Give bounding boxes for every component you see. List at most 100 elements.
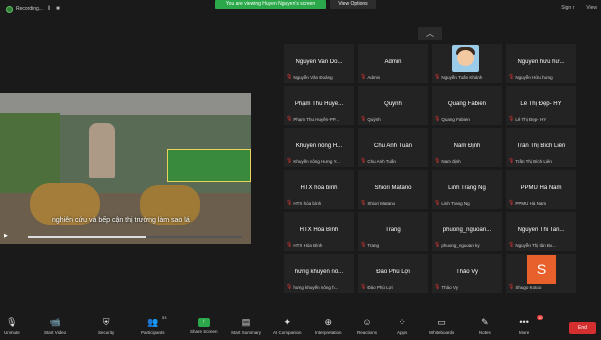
- view-button[interactable]: View: [586, 5, 597, 11]
- participant-display-name: phuong_nguoan...: [442, 227, 492, 233]
- participant-tile[interactable]: Admin 🎙 Admin: [357, 43, 429, 84]
- participant-name-label: Chu Anh Tuấn: [367, 158, 396, 164]
- whiteboard-icon: ▭: [437, 317, 446, 327]
- mic-muted-icon: 🎙: [508, 200, 515, 206]
- participant-tile[interactable]: 🎙 Nguyễn Tuấn Khánh: [431, 43, 503, 84]
- participant-footer: 🎙 HTX hòa bình: [286, 200, 321, 206]
- whiteboards-button[interactable]: ▭ Whiteboards: [429, 317, 454, 339]
- participant-display-name: Shiori Matano: [374, 185, 412, 191]
- mic-muted-icon: 🎙: [508, 158, 515, 164]
- participant-tile[interactable]: Trang 🎙 Trang: [357, 211, 429, 252]
- participant-footer: 🎙 hưng khuyến nông h...: [286, 284, 338, 290]
- mic-muted-icon: 🎙: [434, 116, 441, 122]
- participant-tile[interactable]: Nguyen Thi Tan... 🎙 Nguyễn Thị tân Bx...: [505, 211, 577, 252]
- more-button[interactable]: ••• 10 More: [519, 315, 544, 339]
- participant-name-label: Shugo Kotoo: [515, 284, 542, 290]
- participant-display-name: Quỳnh: [384, 101, 402, 107]
- mic-muted-icon: 🎙: [434, 284, 441, 290]
- share-screen-button[interactable]: ↑ Share Screen: [190, 317, 218, 339]
- gallery-scroll-up-button[interactable]: ︿: [418, 27, 442, 40]
- video-banner-sign: [167, 149, 251, 182]
- interpretation-button[interactable]: ⊕ Interpretation: [315, 317, 342, 339]
- participant-display-name: Nguyễn hữu hư...: [517, 59, 565, 65]
- notes-button[interactable]: ✎ Notes: [479, 317, 491, 339]
- pause-recording-icon[interactable]: ‖: [46, 6, 52, 12]
- stop-recording-icon[interactable]: ■: [55, 6, 61, 12]
- summary-icon: ▤: [241, 317, 251, 327]
- mic-muted-icon: 🎙: [286, 116, 293, 122]
- participant-tile[interactable]: Shiori Matano 🎙 Shiori Matano: [357, 169, 429, 210]
- participant-name-label: phuong_nguoan ky: [441, 242, 480, 248]
- end-meeting-button[interactable]: End: [569, 322, 596, 334]
- participant-tile[interactable]: S 🎙 Shugo Kotoo: [505, 253, 577, 294]
- participant-name-label: Nguyễn Tuấn Khánh: [441, 74, 483, 80]
- participant-tile[interactable]: Phạm Thu Huyề... 🎙 Phạm Thu Huyền-PP...: [283, 85, 355, 126]
- participant-tile[interactable]: Chu Anh Tuấn 🎙 Chu Anh Tuấn: [357, 127, 429, 168]
- mic-muted-icon: 🎙: [508, 74, 515, 80]
- meeting-toolbar: 🎙 Unmute 📹 Start Video ⛨ Security 👥 53 P…: [0, 313, 601, 340]
- ai-companion-button[interactable]: ✦ AI Companion: [273, 317, 302, 339]
- participant-tile[interactable]: hưng khuyến nô... 🎙 hưng khuyến nông h...: [283, 253, 355, 294]
- mic-muted-icon: 🎙: [434, 242, 441, 248]
- participant-tile[interactable]: Linh Trang Ng 🎙 Linh Trang Ng: [431, 169, 503, 210]
- participant-footer: 🎙 Shiori Matano: [360, 200, 395, 206]
- participant-footer: 🎙 Lê Thị Đẹp- HY: [508, 116, 546, 122]
- participant-footer: 🎙 Nguyễn Hữu hưng: [508, 74, 553, 80]
- participant-name-label: Thảo Vy: [441, 284, 458, 290]
- participant-display-name: Thảo Vy: [455, 269, 479, 275]
- participant-display-name: Admin: [384, 59, 402, 65]
- participant-name-label: hưng khuyến nông h...: [293, 284, 339, 290]
- play-icon[interactable]: ▶: [4, 233, 8, 239]
- globe-icon: ⊕: [324, 317, 333, 327]
- sign-button[interactable]: Sign r: [561, 5, 574, 11]
- security-button[interactable]: ⛨ Security: [98, 317, 114, 339]
- participant-name-label: Nguyễn Thị tân Bx...: [515, 242, 557, 248]
- shared-screen-video[interactable]: nghiên cứu và bếp cận thị trường làm sao…: [0, 93, 251, 244]
- participant-tile[interactable]: Quang Fabien 🎙 Quang Fabien: [431, 85, 503, 126]
- shield-icon: ⛨: [102, 317, 110, 327]
- start-summary-button[interactable]: ▤ Start Summary: [231, 317, 261, 339]
- participant-name-label: Phạm Thu Huyền-PP...: [293, 116, 339, 122]
- start-video-button[interactable]: 📹 Start Video: [44, 317, 66, 339]
- participants-button[interactable]: 👥 53 Participants: [141, 315, 166, 339]
- participant-tile[interactable]: Khuyến nông H... 🎙 Khuyến nông Hưng Y...: [283, 127, 355, 168]
- participant-name-label: Trang: [367, 242, 379, 248]
- participant-name-label: Lê Thị Đẹp- HY: [515, 116, 547, 122]
- participant-name-label: Linh Trang Ng: [441, 200, 470, 206]
- mic-muted-icon: 🎙: [6, 317, 18, 327]
- participant-display-name: Linh Trang Ng: [448, 185, 486, 191]
- apps-button[interactable]: ⁘ Apps: [397, 317, 407, 339]
- view-options-button[interactable]: View Options: [330, 0, 376, 9]
- participant-footer: 🎙 Trang: [360, 242, 379, 248]
- video-person: [89, 123, 115, 178]
- participant-display-name: Phạm Thu Huyề...: [294, 101, 344, 107]
- participant-display-name: PPMU Hà Nam: [520, 185, 562, 191]
- participant-tile[interactable]: PPMU Hà Nam 🎙 PPMU Hà Nam: [505, 169, 577, 210]
- participant-display-name: Đào Phú Lợi: [376, 269, 410, 275]
- reactions-button[interactable]: ☺ Reactions: [357, 317, 377, 339]
- participant-tile[interactable]: phuong_nguoan... 🎙 phuong_nguoan ky: [431, 211, 503, 252]
- participant-tile[interactable]: Đào Phú Lợi 🎙 Đào Phú Lợi: [357, 253, 429, 294]
- participant-tile[interactable]: HTX Hòa Bình 🎙 HTX Hòa Bình: [283, 211, 355, 252]
- participant-footer: 🎙 Shugo Kotoo: [508, 284, 541, 290]
- participant-tile[interactable]: Lê Thị Đẹp- HY 🎙 Lê Thị Đẹp- HY: [505, 85, 577, 126]
- video-off-icon: 📹: [49, 317, 61, 327]
- participant-name-label: Shiori Matano: [367, 200, 396, 206]
- participant-name-label: Trần Thị Bích Liên: [515, 158, 552, 164]
- unmute-button[interactable]: 🎙 Unmute: [4, 317, 20, 339]
- video-progress-bar[interactable]: [28, 236, 242, 238]
- participant-tile[interactable]: Nam Định 🎙 Nam định: [431, 127, 503, 168]
- participant-display-name: Chu Anh Tuấn: [373, 143, 413, 149]
- participant-tile[interactable]: Trần Thị Bích Liên 🎙 Trần Thị Bích Liên: [505, 127, 577, 168]
- participant-tile[interactable]: Nguyen Van Do... 🎙 Nguyễn Văn Đoàng: [283, 43, 355, 84]
- participant-display-name: Trang: [385, 227, 401, 233]
- more-badge: 10: [537, 315, 544, 320]
- participant-footer: 🎙 Quang Fabien: [434, 116, 470, 122]
- participant-tile[interactable]: Quỳnh 🎙 Quỳnh: [357, 85, 429, 126]
- recording-label: Recording...: [16, 6, 43, 12]
- participant-tile[interactable]: Thảo Vy 🎙 Thảo Vy: [431, 253, 503, 294]
- participant-tile[interactable]: Nguyễn hữu hư... 🎙 Nguyễn Hữu hưng: [505, 43, 577, 84]
- participant-name-label: Khuyến nông Hưng Y...: [293, 158, 340, 164]
- participant-name-label: PPMU Hà Nam: [515, 200, 547, 206]
- participant-tile[interactable]: HTX hòa bình 🎙 HTX hòa bình: [283, 169, 355, 210]
